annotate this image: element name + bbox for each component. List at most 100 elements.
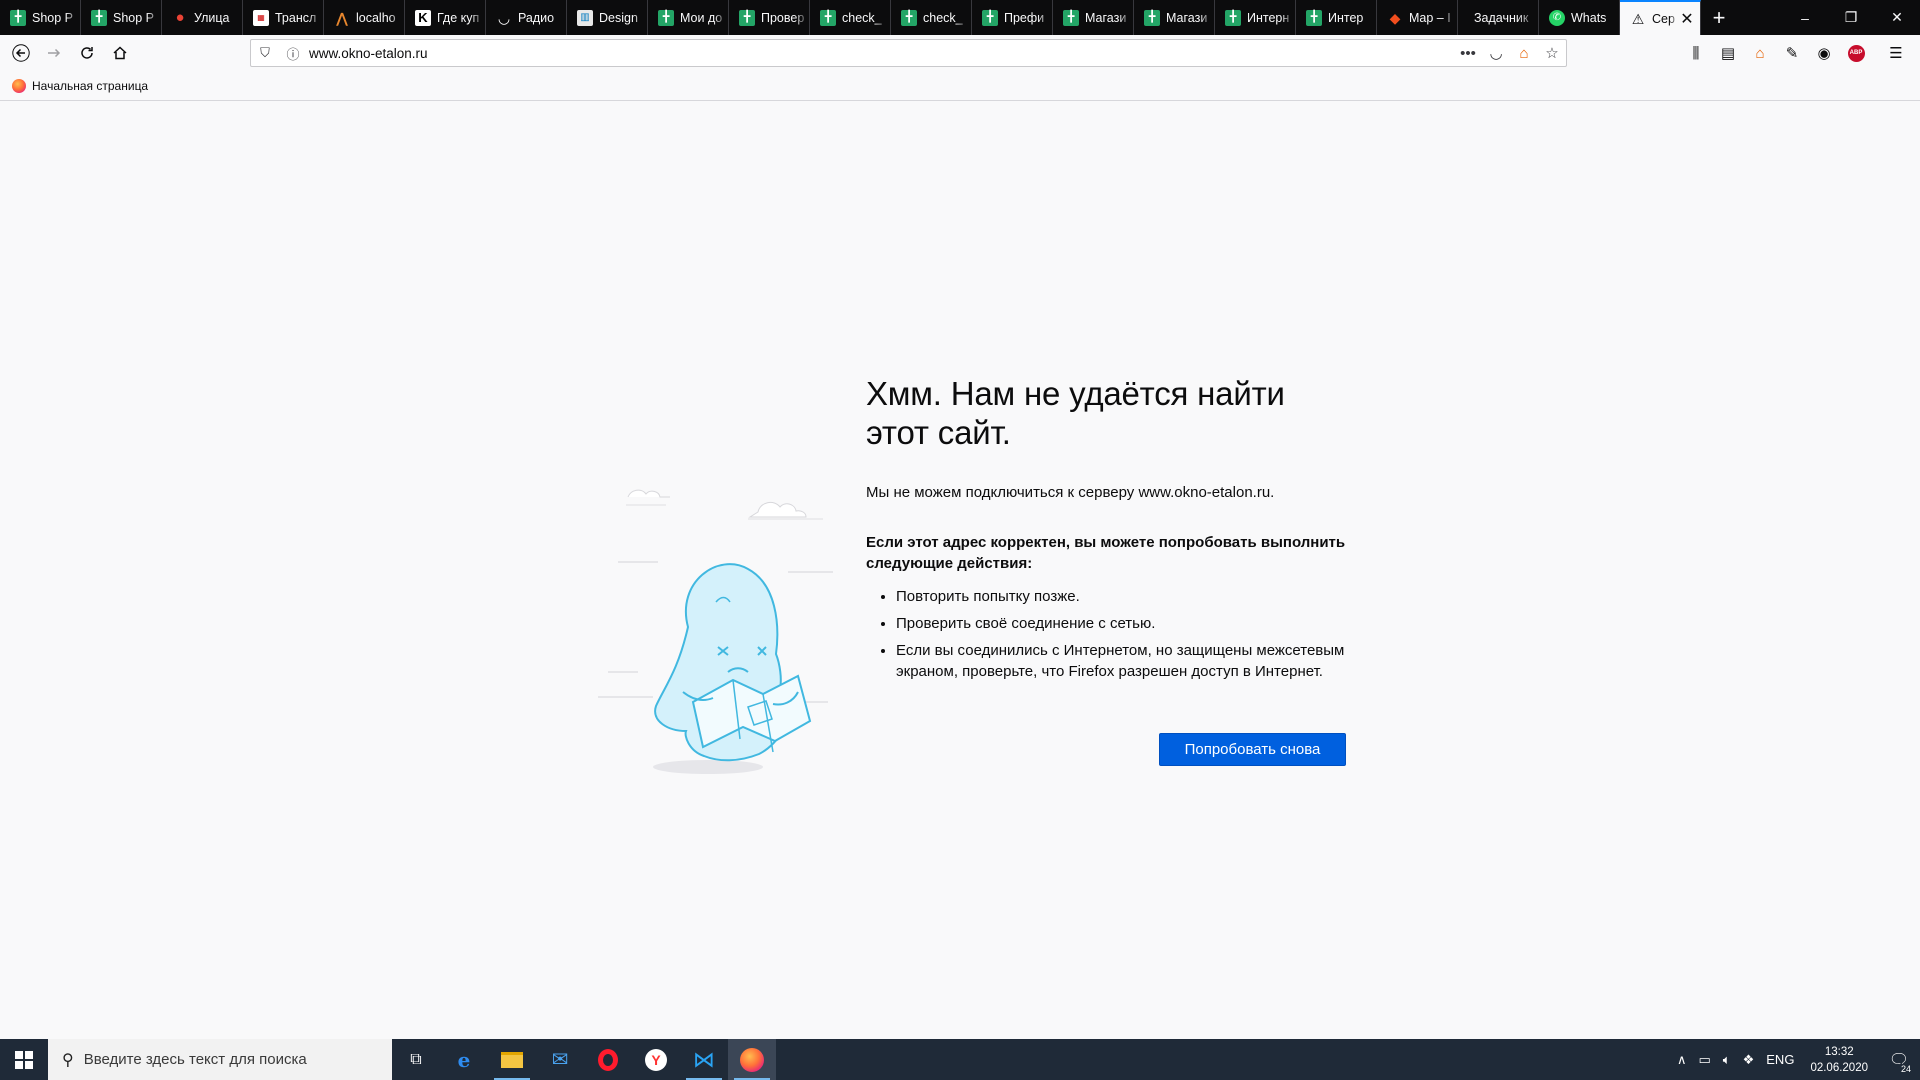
trello-icon: ▥ bbox=[577, 9, 593, 26]
network-icon[interactable]: ▭ bbox=[1693, 1039, 1717, 1080]
tab-label: Задачник bbox=[1474, 10, 1529, 25]
tab[interactable]: K Где куп bbox=[405, 0, 486, 35]
task-view-icon[interactable]: ⧉ bbox=[392, 1039, 440, 1080]
error-text-block: Хмм. Нам не удаётся найти этот сайт. Мы … bbox=[866, 374, 1352, 688]
file-explorer-icon[interactable] bbox=[488, 1039, 536, 1080]
new-tab-button[interactable]: + bbox=[1701, 0, 1737, 35]
localhost-icon: ⋀ bbox=[336, 9, 348, 26]
google-sheets-icon: ╋ bbox=[901, 9, 917, 26]
tab-label: Design bbox=[599, 10, 638, 25]
tab[interactable]: ◆ Map – I bbox=[1377, 0, 1458, 35]
yandex-browser-icon[interactable]: Y bbox=[632, 1039, 680, 1080]
adblock-plus-icon[interactable]: ABP bbox=[1840, 38, 1872, 68]
close-tab-icon[interactable]: ✕ bbox=[1678, 9, 1696, 29]
url-text[interactable]: www.okno-etalon.ru bbox=[307, 46, 1454, 61]
language-indicator[interactable]: ENG bbox=[1760, 1039, 1800, 1080]
windows-logo-icon bbox=[15, 1050, 33, 1069]
k-icon: K bbox=[415, 9, 431, 26]
forward-button[interactable] bbox=[39, 38, 69, 68]
tab[interactable]: ╋ Мои до bbox=[648, 0, 729, 35]
home-button[interactable] bbox=[105, 38, 135, 68]
tab[interactable]: ✆ Whats bbox=[1539, 0, 1620, 35]
tab[interactable]: ◡ Радио bbox=[486, 0, 567, 35]
tab[interactable]: ╋ Магази bbox=[1134, 0, 1215, 35]
tab[interactable]: ╋ check_ bbox=[810, 0, 891, 35]
tab[interactable]: ╋ check_ bbox=[891, 0, 972, 35]
bookmark-item[interactable]: Начальная страница bbox=[12, 78, 148, 93]
whatsapp-icon: ✆ bbox=[1549, 9, 1565, 26]
figma-icon: ◆ bbox=[1389, 9, 1401, 26]
tab-strip: ╋ Shop P ╋ Shop P ● Улица ▦ Трансл ⋀ localho … bbox=[0, 0, 1920, 35]
tab-label: check_ bbox=[923, 10, 963, 25]
tab[interactable]: ⋀ localho bbox=[324, 0, 405, 35]
tab-label: Интер bbox=[1328, 10, 1364, 25]
info-icon[interactable]: ⓘ bbox=[279, 44, 307, 63]
tab[interactable]: ▥ Design bbox=[567, 0, 648, 35]
firefox-icon[interactable] bbox=[728, 1039, 776, 1080]
restore-button[interactable]: ❐ bbox=[1828, 0, 1874, 35]
map-pin-icon: ● bbox=[175, 9, 185, 26]
vscode-icon[interactable]: ⋈ bbox=[680, 1039, 728, 1080]
clock-date: 02.06.2020 bbox=[1810, 1061, 1868, 1074]
windows-taskbar: ⚲ Введите здесь текст для поиска ⧉ e ✉ Y… bbox=[0, 1039, 1920, 1080]
tab-label: Улица bbox=[194, 10, 230, 25]
account-icon[interactable]: ◉ bbox=[1808, 38, 1840, 68]
tab[interactable]: ╋ Интер bbox=[1296, 0, 1377, 35]
extension-house-icon[interactable]: ⌂ bbox=[1744, 38, 1776, 68]
dropbox-icon[interactable]: ❖ bbox=[1737, 1039, 1761, 1080]
search-placeholder[interactable]: Введите здесь текст для поиска bbox=[84, 1051, 307, 1068]
tab-active[interactable]: ⚠ Сер ✕ bbox=[1620, 0, 1701, 35]
taskbar-search-box[interactable]: ⚲ Введите здесь текст для поиска bbox=[48, 1039, 392, 1080]
try-again-button[interactable]: Попробовать снова bbox=[1159, 733, 1346, 766]
no-cache-icon: ▦ bbox=[253, 9, 269, 26]
tab[interactable]: ╋ Shop P bbox=[81, 0, 162, 35]
mail-icon[interactable]: ✉ bbox=[536, 1039, 584, 1080]
tab[interactable]: ╋ Интерн bbox=[1215, 0, 1296, 35]
clock[interactable]: 13:32 02.06.2020 bbox=[1800, 1044, 1878, 1076]
home-extension-icon[interactable]: ⌂ bbox=[1510, 45, 1538, 62]
tab[interactable]: ● Улица bbox=[162, 0, 243, 35]
show-hidden-icons-icon[interactable]: ∧ bbox=[1671, 1039, 1693, 1080]
error-title: Хмм. Нам не удаётся найти этот сайт. bbox=[866, 375, 1285, 451]
more-icon[interactable]: ••• bbox=[1454, 45, 1482, 62]
close-window-button[interactable]: ✕ bbox=[1874, 0, 1920, 35]
tab-label: localho bbox=[356, 10, 396, 25]
google-sheets-icon: ╋ bbox=[982, 9, 998, 26]
tab-label: Интерн bbox=[1247, 10, 1290, 25]
google-sheets-icon: ╋ bbox=[1144, 9, 1160, 26]
tab-label: Shop P bbox=[113, 10, 155, 25]
radio-icon: ◡ bbox=[498, 9, 510, 26]
search-icon: ⚲ bbox=[62, 1051, 74, 1069]
tab[interactable]: ╋ Префи bbox=[972, 0, 1053, 35]
action-center-icon[interactable]: 🗨︎ 24 bbox=[1878, 1039, 1920, 1080]
tab-list: ╋ Shop P ╋ Shop P ● Улица ▦ Трансл ⋀ localho … bbox=[0, 0, 1701, 35]
tab[interactable]: ╋ Shop P bbox=[0, 0, 81, 35]
opera-icon[interactable] bbox=[584, 1039, 632, 1080]
list-item: Проверить своё соединение с сетью. bbox=[896, 613, 1352, 634]
minimize-button[interactable]: – bbox=[1782, 0, 1828, 35]
tab[interactable]: ╋ Магази bbox=[1053, 0, 1134, 35]
pocket-icon[interactable]: ◡ bbox=[1482, 44, 1510, 62]
tab[interactable]: ╋ Провер bbox=[729, 0, 810, 35]
back-button[interactable] bbox=[6, 38, 36, 68]
address-bar[interactable]: ⛉ ⓘ www.okno-etalon.ru ••• ◡ ⌂ ☆ bbox=[250, 39, 1567, 67]
clock-time: 13:32 bbox=[1824, 1045, 1854, 1058]
start-button[interactable] bbox=[0, 1039, 48, 1080]
google-sheets-icon: ╋ bbox=[658, 9, 674, 26]
tab[interactable]: ▦ Трансл bbox=[243, 0, 324, 35]
bookmark-star-icon[interactable]: ☆ bbox=[1538, 44, 1566, 62]
eyedropper-icon[interactable]: ✎ bbox=[1776, 38, 1808, 68]
shield-icon[interactable]: ⛉ bbox=[251, 45, 279, 61]
volume-icon[interactable]: 🔈︎ bbox=[1717, 1039, 1737, 1080]
reload-button[interactable] bbox=[72, 38, 102, 68]
sidebar-icon[interactable]: ▤ bbox=[1712, 38, 1744, 68]
tab-label: Магази bbox=[1166, 10, 1208, 25]
tab-label: Мои до bbox=[680, 10, 723, 25]
error-short-description: Мы не можем подключиться к серверу www.o… bbox=[866, 484, 1275, 501]
edge-icon[interactable]: e bbox=[440, 1039, 488, 1080]
tab[interactable]: Задачник bbox=[1458, 0, 1539, 35]
tab-label: Shop P bbox=[32, 10, 74, 25]
tab-label: Провер bbox=[761, 10, 805, 25]
menu-icon[interactable]: ☰ bbox=[1880, 38, 1912, 68]
library-icon[interactable]: ⫼ bbox=[1680, 38, 1712, 68]
